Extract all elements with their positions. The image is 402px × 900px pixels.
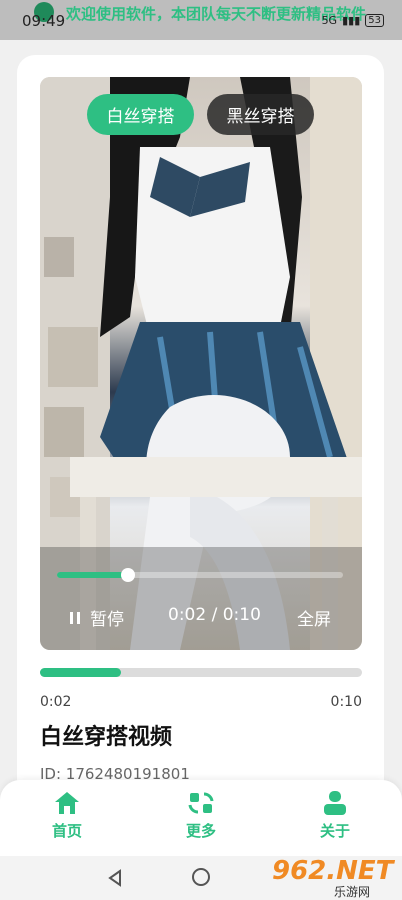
nav-more[interactable]: 更多 (161, 790, 241, 841)
pause-button[interactable]: 暂停 (70, 605, 124, 630)
fullscreen-button[interactable]: 全屏 (297, 605, 331, 630)
video-seek-handle[interactable] (121, 568, 135, 582)
video-time-display: 0:02 / 0:10 (168, 605, 261, 625)
site-watermark: 962.NET 乐游网 (258, 856, 398, 900)
pause-label: 暂停 (90, 610, 124, 630)
system-navigation-bar: 962.NET 乐游网 (0, 856, 402, 900)
nav-home-label: 首页 (51, 822, 82, 840)
nav-about-label: 关于 (319, 822, 350, 840)
video-card: 白丝穿搭 黑丝穿搭 暂停 0:02 / 0:10 全屏 0:02 0:10 白丝… (17, 55, 384, 815)
watermark-logo: 962.NET (272, 856, 394, 886)
tab-black-stockings[interactable]: 黑丝穿搭 (207, 94, 314, 135)
battery-icon: 53 (365, 14, 384, 27)
user-icon (324, 791, 346, 815)
status-time: 09:49 (22, 12, 66, 30)
watermark-caption: 乐游网 (334, 885, 371, 899)
video-frame-illustration (40, 77, 362, 650)
bottom-navigation: 首页 更多 关于 (0, 780, 402, 856)
back-icon[interactable] (106, 869, 124, 887)
signal-icon: ▮▮▮ (342, 14, 361, 27)
nav-about[interactable]: 关于 (295, 790, 375, 841)
status-bar: 09:49 欢迎使用软件，本团队每天不断更新精品软件 5G ▮▮▮ 53 (0, 0, 402, 40)
home-circle-icon[interactable] (192, 868, 210, 886)
status-icons: 5G ▮▮▮ 53 (322, 14, 384, 27)
refresh-grid-icon (188, 792, 214, 814)
playback-progress-fill (40, 668, 121, 677)
video-title: 白丝穿搭视频 (40, 725, 173, 750)
nav-more-label: 更多 (185, 822, 216, 840)
pause-icon (70, 611, 80, 624)
current-time: 0:02 (40, 694, 72, 710)
video-seek-fill (57, 572, 129, 578)
tab-white-stockings[interactable]: 白丝穿搭 (87, 94, 194, 135)
video-player[interactable]: 白丝穿搭 黑丝穿搭 暂停 0:02 / 0:10 全屏 (40, 77, 362, 650)
nav-home[interactable]: 首页 (27, 790, 107, 841)
total-time: 0:10 (330, 694, 362, 710)
network-label: 5G (321, 14, 338, 27)
home-icon (55, 792, 79, 814)
